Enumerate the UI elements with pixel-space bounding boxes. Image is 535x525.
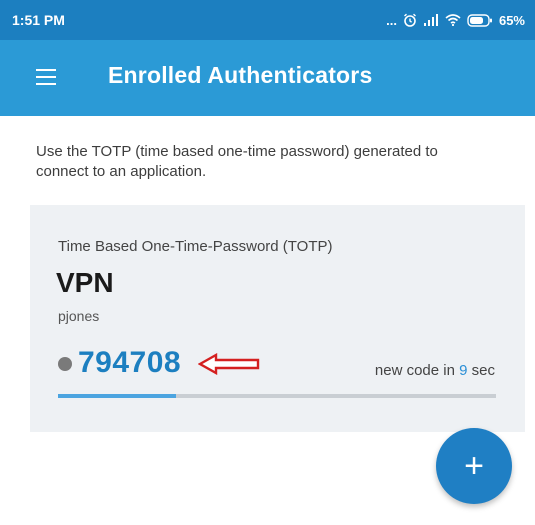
signal-icon [423, 14, 439, 26]
authenticator-card[interactable]: Time Based One-Time-Password (TOTP) VPN … [30, 205, 525, 432]
countdown-text: new code in 9 sec [375, 362, 495, 379]
wifi-icon [445, 14, 461, 26]
status-time: 1:51 PM [12, 12, 65, 28]
add-authenticator-button[interactable]: + [436, 428, 512, 504]
code-status-dot [58, 357, 72, 371]
page-title: Enrolled Authenticators [108, 62, 373, 88]
authenticator-name: VPN [56, 267, 114, 298]
battery-icon [467, 13, 493, 27]
battery-percent: 65% [498, 12, 525, 28]
left-arrow-annotation-icon [198, 353, 260, 375]
totp-code: 794708 [78, 346, 182, 379]
alarm-icon [403, 13, 417, 27]
app-bar: Enrolled Authenticators [0, 40, 535, 116]
add-icon: + [464, 446, 484, 485]
countdown-prefix: new code in [374, 362, 460, 379]
authenticator-type: Time Based One-Time-Password (TOTP) [58, 238, 333, 255]
hamburger-menu-icon[interactable] [36, 69, 56, 85]
code-progress-fill [58, 394, 177, 398]
countdown-suffix: sec [467, 362, 495, 379]
status-icons: ... 65% [386, 13, 525, 28]
status-bar: 1:51 PM ... 65% [0, 0, 535, 40]
code-progress-bar [58, 394, 496, 398]
status-dots: ... [386, 12, 397, 28]
instructions-text: Use the TOTP (time based one-time passwo… [36, 143, 438, 180]
authenticator-username: pjones [58, 308, 100, 324]
